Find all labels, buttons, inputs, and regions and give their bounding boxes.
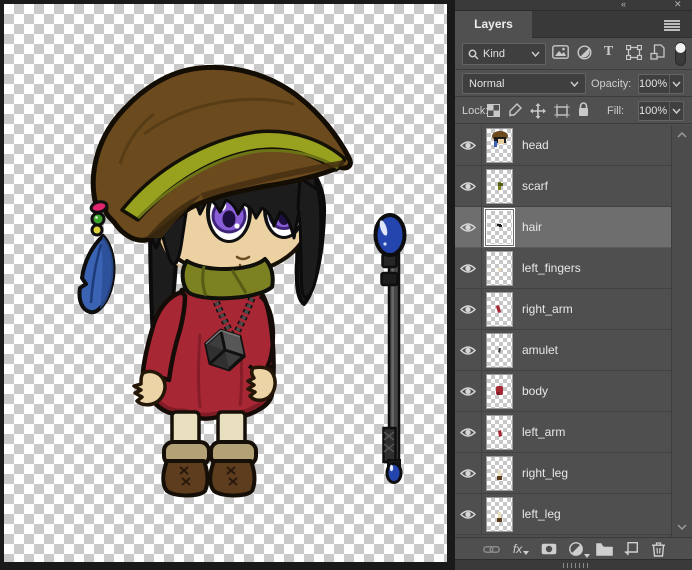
layer-list-scrollbar[interactable] <box>671 125 692 537</box>
character-artwork <box>77 64 407 498</box>
lock-transparent-pixels-icon[interactable] <box>485 103 501 118</box>
layer-name: head <box>522 138 549 152</box>
visibility-eye-icon[interactable] <box>455 248 482 288</box>
panel-menu-icon[interactable] <box>664 20 680 31</box>
layer-thumbnail[interactable] <box>484 207 515 247</box>
layers-bottom-toolbar: fx <box>455 537 692 559</box>
scroll-up-icon[interactable] <box>677 132 687 138</box>
layer-name: right_leg <box>522 466 569 480</box>
panel-title-bar: « ✕ <box>455 0 692 11</box>
visibility-eye-icon[interactable] <box>455 289 482 329</box>
fill-field[interactable]: 100% <box>638 101 684 121</box>
lock-row: Lock: Fill: 100% <box>455 97 692 124</box>
opacity-label: Opacity: <box>591 78 632 90</box>
panel-tab-bar: Layers <box>455 11 692 38</box>
layer-name: hair <box>522 220 543 234</box>
layer-name: left_arm <box>522 425 566 439</box>
layer-thumbnail[interactable] <box>486 127 513 163</box>
visibility-eye-icon[interactable] <box>455 494 482 534</box>
layer-row-amulet[interactable]: amulet <box>455 330 671 371</box>
tab-layers[interactable]: Layers <box>455 11 532 38</box>
legs-graphic <box>161 410 258 498</box>
fill-dropdown-icon[interactable] <box>669 102 683 120</box>
layer-row-right-arm[interactable]: right_arm <box>455 289 671 330</box>
layer-style-icon[interactable]: fx <box>511 540 531 558</box>
chevron-down-icon <box>531 51 540 57</box>
visibility-eye-icon[interactable] <box>455 412 482 452</box>
hat-beads-graphic <box>89 200 109 237</box>
visibility-eye-icon[interactable] <box>455 330 482 370</box>
visibility-eye-icon[interactable] <box>455 371 482 411</box>
visibility-eye-icon[interactable] <box>455 453 482 493</box>
layer-thumbnail[interactable] <box>486 496 513 532</box>
adjustment-layer-icon[interactable] <box>566 540 590 558</box>
delete-layer-icon[interactable] <box>648 540 668 558</box>
layer-name: left_leg <box>522 507 561 521</box>
lock-all-icon[interactable] <box>577 101 590 118</box>
fill-label: Fill: <box>607 105 625 117</box>
link-layers-icon[interactable] <box>481 540 501 558</box>
layer-row-left-arm[interactable]: left_arm <box>455 412 671 453</box>
layer-thumbnail[interactable] <box>486 250 513 286</box>
layer-mask-icon[interactable] <box>539 540 559 558</box>
layer-row-left-fingers[interactable]: left_fingers <box>455 248 671 289</box>
lock-artboard-icon[interactable] <box>553 103 571 118</box>
layers-panel: « ✕ Layers Kind T Normal Opacity: 100% L… <box>455 0 692 570</box>
layer-list: head scarf hair left_fingers right_arm a… <box>455 125 671 537</box>
new-layer-icon[interactable] <box>621 540 641 558</box>
type-layers-filter-icon[interactable]: T <box>601 43 616 60</box>
layer-thumbnail[interactable] <box>486 373 513 409</box>
visibility-eye-icon[interactable] <box>455 125 482 165</box>
layer-name: amulet <box>522 343 559 357</box>
visibility-eye-icon[interactable] <box>455 207 482 247</box>
collapse-panel-icon[interactable]: « <box>621 0 626 10</box>
opacity-field[interactable]: 100% <box>638 74 684 94</box>
layer-thumbnail[interactable] <box>486 291 513 327</box>
kind-filter-dropdown[interactable]: Kind <box>462 43 546 65</box>
opacity-value: 100% <box>639 78 668 90</box>
layer-name: right_arm <box>522 302 573 316</box>
filtering-toggle[interactable] <box>673 41 687 67</box>
close-panel-icon[interactable]: ✕ <box>674 0 682 10</box>
document-canvas[interactable] <box>4 4 447 562</box>
lock-image-pixels-icon[interactable] <box>507 102 523 118</box>
layer-thumbnail[interactable] <box>486 168 513 204</box>
filter-bar: Kind T <box>455 38 692 70</box>
feather-graphic <box>77 234 116 315</box>
layer-row-body[interactable]: body <box>455 371 671 412</box>
layer-row-hair[interactable]: hair <box>455 207 671 248</box>
search-icon <box>468 49 479 60</box>
panel-resize-strip <box>455 559 692 570</box>
visibility-eye-icon[interactable] <box>455 166 482 206</box>
shape-layers-filter-icon[interactable] <box>625 44 643 60</box>
layer-name: body <box>522 384 549 398</box>
new-group-icon[interactable] <box>594 540 614 558</box>
staff-graphic <box>373 213 407 484</box>
adjustment-layers-filter-icon[interactable] <box>576 44 592 60</box>
layer-row-head[interactable]: head <box>455 125 671 166</box>
layer-row-right-leg[interactable]: right_leg <box>455 453 671 494</box>
horizontal-scroll-grip[interactable] <box>563 563 591 568</box>
layer-row-scarf[interactable]: scarf <box>455 166 671 207</box>
blend-mode-value: Normal <box>469 77 505 90</box>
kind-label: Kind <box>483 48 506 60</box>
layer-thumbnail[interactable] <box>486 455 513 491</box>
opacity-dropdown-icon[interactable] <box>669 75 683 93</box>
blend-mode-dropdown[interactable]: Normal <box>462 73 586 94</box>
layer-name: left_fingers <box>522 261 581 275</box>
scroll-down-icon[interactable] <box>677 524 687 530</box>
layer-row-left-leg[interactable]: left_leg <box>455 494 671 535</box>
layer-thumbnail[interactable] <box>486 414 513 450</box>
lock-position-icon[interactable] <box>529 102 547 119</box>
fill-value: 100% <box>639 105 668 117</box>
layer-name: scarf <box>522 179 549 193</box>
chevron-down-icon <box>570 81 579 87</box>
blend-row: Normal Opacity: 100% <box>455 70 692 97</box>
layer-thumbnail[interactable] <box>486 332 513 368</box>
smart-objects-filter-icon[interactable] <box>649 43 665 61</box>
pixel-layers-filter-icon[interactable] <box>551 44 569 60</box>
